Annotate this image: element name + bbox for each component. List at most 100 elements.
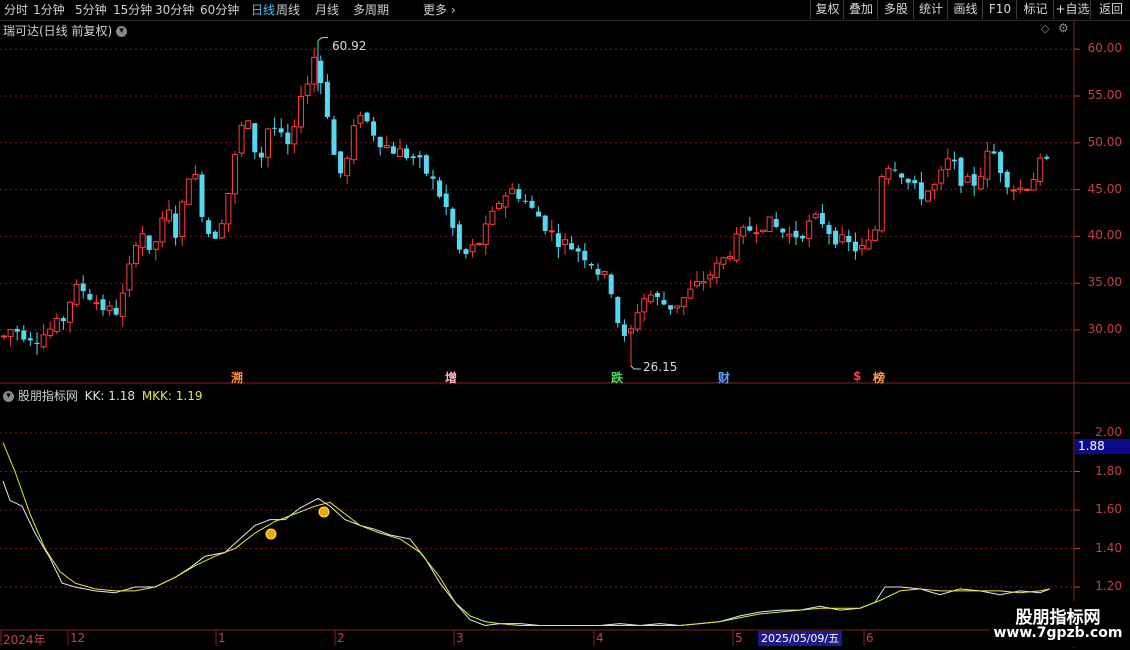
candle-body <box>40 334 47 348</box>
candle-body <box>615 297 621 324</box>
chevron-down-icon[interactable]: ▾ <box>3 391 14 402</box>
candle-body <box>7 329 14 337</box>
candle-body <box>298 96 304 128</box>
candle-body <box>595 268 601 275</box>
candle-body <box>892 169 898 171</box>
candle-body <box>641 298 648 313</box>
indicator-tick-label: 1.20 <box>1095 579 1122 593</box>
candle-body <box>21 330 27 340</box>
candle-body <box>1010 189 1017 192</box>
candle-body <box>469 244 476 253</box>
candle-body <box>522 200 528 202</box>
candle-body <box>984 150 991 180</box>
candle-body <box>179 201 186 238</box>
candle-body <box>87 293 93 300</box>
candle-body <box>232 154 238 195</box>
date-tick-label: 2 <box>337 631 345 645</box>
low-pointer <box>630 365 641 370</box>
candle-body <box>1030 178 1037 191</box>
candle-body <box>119 292 126 317</box>
candle-body <box>185 178 192 205</box>
candle-body <box>397 148 403 158</box>
candle-body <box>423 155 429 174</box>
candle-body <box>225 192 232 225</box>
date-tick-label: 2024年 <box>3 633 46 647</box>
kk-value: KK: 1.18 <box>84 389 135 403</box>
current-value-badge: 1.88 <box>1075 439 1130 454</box>
candle-body <box>608 274 614 295</box>
candle-body <box>410 156 416 159</box>
event-marker[interactable]: 财 <box>718 369 730 386</box>
candle-body <box>548 230 555 233</box>
candle-body <box>588 263 594 266</box>
candle-body <box>700 281 707 284</box>
candle-body <box>93 302 100 305</box>
candle-body <box>311 56 318 85</box>
price-tick-label: 40.00 <box>1087 228 1122 243</box>
candle-body <box>34 342 40 344</box>
candle-body <box>806 220 813 239</box>
candle-body <box>324 81 330 118</box>
candle-body <box>502 195 509 208</box>
candle-body <box>1037 157 1044 183</box>
candle-body <box>944 158 951 170</box>
date-tick-label: 3 <box>456 631 464 645</box>
high-price-label: 60.92 <box>332 39 367 53</box>
candle-body <box>166 209 172 222</box>
event-marker[interactable]: 榜 <box>873 369 885 386</box>
candle-body <box>291 126 298 145</box>
candle-body <box>252 123 258 153</box>
candle-body <box>773 219 779 227</box>
candle-body <box>417 155 423 158</box>
candle-body <box>826 224 832 235</box>
candle-body <box>364 112 370 122</box>
event-marker[interactable]: 跌 <box>611 369 623 386</box>
price-tick-label: 45.00 <box>1087 181 1122 196</box>
event-marker[interactable]: $ <box>853 369 861 383</box>
candle-body <box>238 124 245 154</box>
candle-body <box>833 230 839 245</box>
date-tick-label: 6 <box>866 631 874 645</box>
candle-body <box>852 241 858 252</box>
candle-body <box>766 216 773 233</box>
date-tick-label: 1 <box>218 631 226 645</box>
candle-body <box>106 305 113 312</box>
candle-body <box>350 125 357 161</box>
signal-dot <box>318 506 330 518</box>
watermark-url: www.7gpzb.com <box>993 625 1123 641</box>
candle-body <box>569 243 575 250</box>
candle-body <box>812 213 819 219</box>
candle-body <box>786 233 793 237</box>
candle-body <box>390 146 396 154</box>
candle-body <box>489 210 496 225</box>
event-marker[interactable]: 溯 <box>231 369 243 386</box>
candle-body <box>733 233 740 261</box>
candle-body <box>1004 171 1010 188</box>
candle-body <box>680 297 687 307</box>
candle-body <box>654 292 660 298</box>
candle-body <box>443 193 449 208</box>
candle-body <box>793 230 799 238</box>
candle-body <box>206 220 212 234</box>
chart-canvas[interactable] <box>0 0 1130 650</box>
candle-body <box>707 274 714 280</box>
candle-body <box>912 180 918 184</box>
candle-body <box>152 241 159 250</box>
price-tick-label: 55.00 <box>1087 88 1122 102</box>
candle-body <box>674 305 681 309</box>
candle-body <box>218 223 225 239</box>
event-marker[interactable]: 增 <box>445 369 457 386</box>
candle-body <box>258 152 264 158</box>
candle-body <box>964 175 971 183</box>
price-tick-label: 30.00 <box>1087 322 1122 336</box>
candle-body <box>509 188 516 195</box>
candle-body <box>496 203 502 209</box>
candle-body <box>199 174 205 217</box>
indicator-tick-label: 1.60 <box>1095 502 1122 516</box>
indicator-title-bar: ▾ 股朋指标网 KK: 1.18 MKK: 1.19 <box>3 387 203 404</box>
candle-body <box>661 300 667 305</box>
mkk-line <box>2 442 1051 626</box>
candle-body <box>463 249 469 255</box>
candle-body <box>318 60 324 83</box>
candle-body <box>383 145 390 149</box>
